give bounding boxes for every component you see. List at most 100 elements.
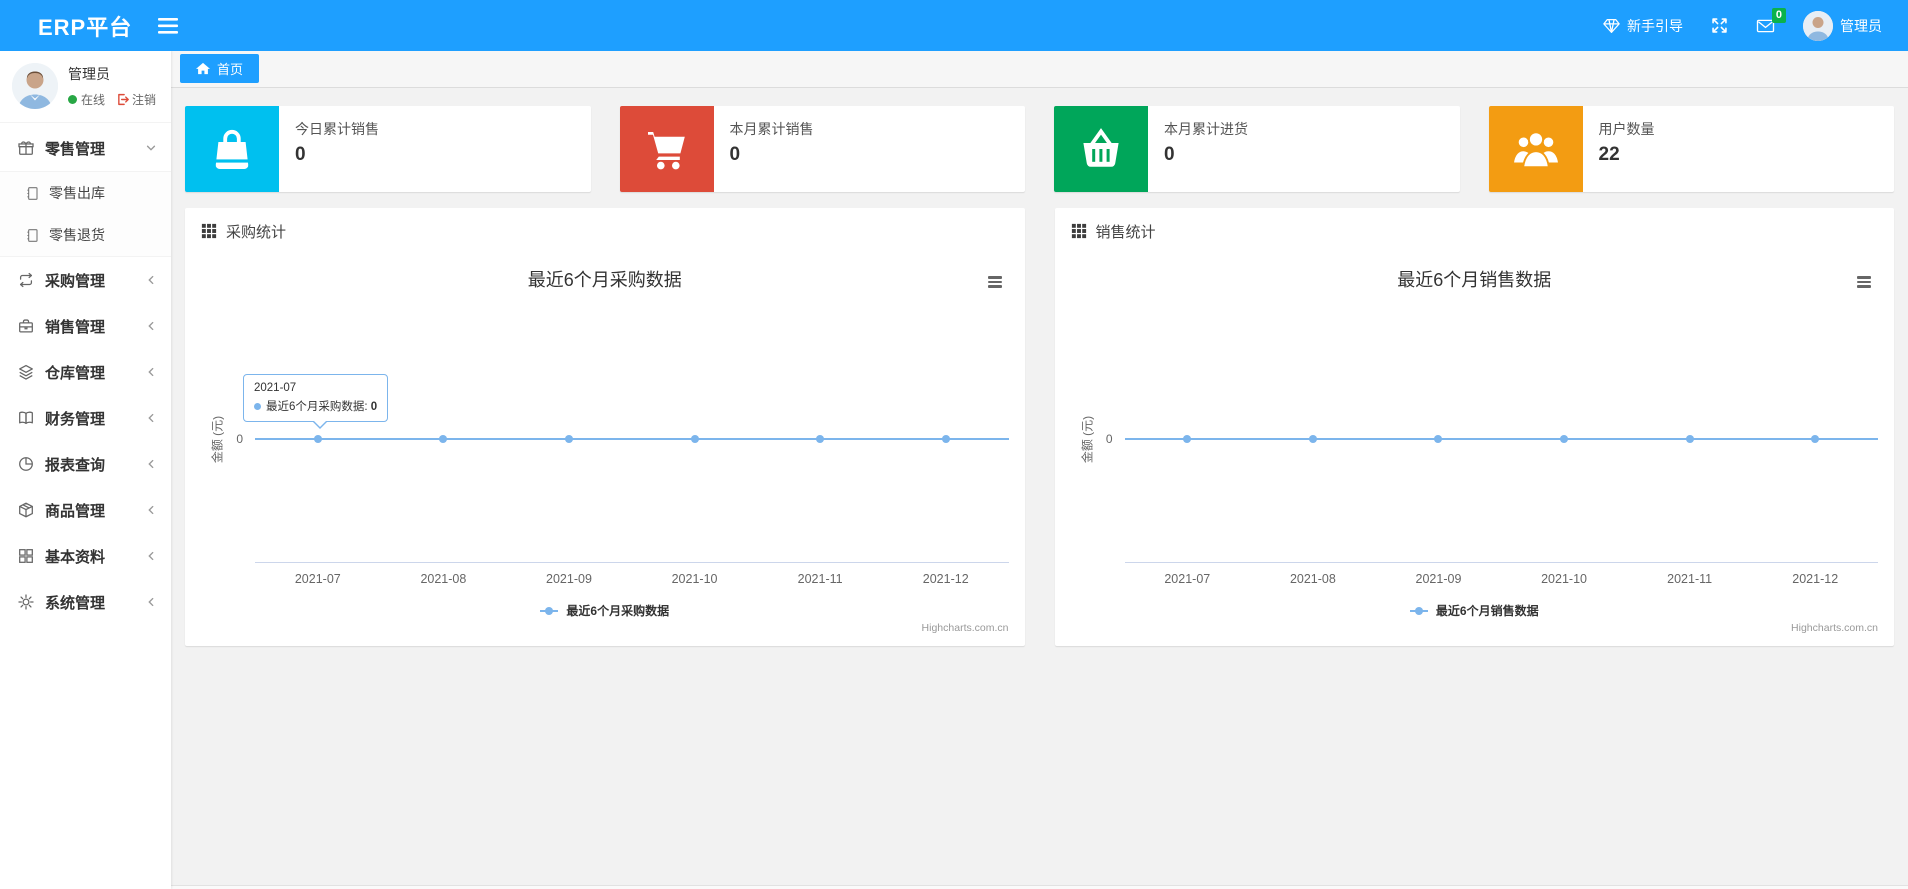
th-grid-icon bbox=[201, 223, 217, 239]
sidebar-item-label: 基本资料 bbox=[45, 548, 106, 566]
stat-card-month-sales[interactable]: 本月累计销售 0 bbox=[619, 106, 1025, 192]
stat-card-title: 今日累计销售 bbox=[295, 121, 379, 137]
x-axis-label: 2021-09 bbox=[546, 572, 592, 586]
file-icon bbox=[25, 186, 40, 201]
sidebar-item-label: 财务管理 bbox=[45, 410, 106, 428]
tab-home[interactable]: 首页 bbox=[180, 54, 260, 83]
x-axis-label: 2021-07 bbox=[1164, 572, 1211, 586]
chevron-left-icon bbox=[145, 412, 157, 424]
tooltip-series-dot bbox=[254, 402, 261, 410]
sidebar-menu: 零售管理 零售出库 零售退货 采购管理 销售管理 仓库管理 财务管理 报表查询 … bbox=[0, 125, 171, 625]
avatar bbox=[1803, 10, 1833, 41]
legend-marker bbox=[1409, 606, 1428, 615]
x-axis-label: 2021-10 bbox=[1541, 572, 1587, 586]
legend-item[interactable]: 最近6个月销售数据 bbox=[1055, 602, 1895, 619]
sidebar-item-basic-data[interactable]: 基本资料 bbox=[0, 533, 171, 579]
chevron-left-icon bbox=[145, 366, 157, 378]
data-point[interactable] bbox=[1434, 435, 1443, 443]
data-point[interactable] bbox=[941, 435, 950, 443]
sidebar-item-retail-outbound[interactable]: 零售出库 bbox=[0, 172, 171, 214]
sidebar-item-label: 零售退货 bbox=[49, 227, 105, 243]
data-point[interactable] bbox=[816, 435, 825, 443]
panel-title: 采购统计 bbox=[226, 223, 287, 241]
sidebar-item-label: 销售管理 bbox=[45, 318, 106, 336]
data-point[interactable] bbox=[1685, 435, 1694, 443]
chevron-left-icon bbox=[145, 320, 157, 332]
file-icon bbox=[25, 228, 40, 243]
sidebar-item-label: 零售出库 bbox=[49, 185, 105, 201]
sidebar-item-report-query[interactable]: 报表查询 bbox=[0, 441, 171, 487]
highcharts-credits[interactable]: Highcharts.com.cn bbox=[1791, 622, 1878, 634]
sidebar-item-label: 商品管理 bbox=[45, 502, 106, 520]
tooltip-header: 2021-07 bbox=[254, 382, 297, 394]
data-point[interactable] bbox=[1308, 435, 1317, 443]
th-grid-icon bbox=[1071, 223, 1087, 239]
top-header: ERP平台 新手引导 0 管理员 bbox=[0, 0, 1908, 51]
sidebar-item-label: 报表查询 bbox=[45, 456, 106, 474]
sidebar-item-warehouse-management[interactable]: 仓库管理 bbox=[0, 349, 171, 395]
sidebar-item-system-management[interactable]: 系统管理 bbox=[0, 579, 171, 625]
legend-marker bbox=[540, 606, 559, 615]
user-menu[interactable]: 管理员 bbox=[1803, 10, 1882, 41]
x-axis-label: 2021-08 bbox=[1289, 572, 1336, 586]
stat-card-title: 本月累计销售 bbox=[729, 121, 814, 137]
footer-divider bbox=[171, 885, 1908, 889]
x-axis-label: 2021-09 bbox=[1415, 572, 1462, 586]
purchase-stats-panel: 采购统计 最近6个月采购数据 金额 (元) 0 2021-07 2021-08 20… bbox=[185, 208, 1025, 646]
stat-card-value: 0 bbox=[1164, 144, 1175, 165]
data-point[interactable] bbox=[690, 435, 699, 443]
plot-area: 2021-07 2021-08 2021-09 2021-10 2021-11 2021-… bbox=[1124, 254, 1878, 646]
x-axis-line bbox=[255, 562, 1009, 563]
gear-icon bbox=[17, 593, 35, 611]
sidebar-item-sales-management[interactable]: 销售管理 bbox=[0, 303, 171, 349]
sidebar-item-finance-management[interactable]: 财务管理 bbox=[0, 395, 171, 441]
repeat-icon bbox=[17, 271, 35, 289]
sidebar-item-retail-management[interactable]: 零售管理 bbox=[0, 125, 171, 171]
y-axis-tick: 0 bbox=[236, 432, 243, 446]
th-large-icon bbox=[17, 547, 35, 565]
avatar bbox=[12, 63, 58, 109]
shopping-basket-icon bbox=[1054, 106, 1148, 192]
sidebar-item-label: 采购管理 bbox=[45, 272, 106, 290]
newbie-guide-button[interactable]: 新手引导 bbox=[1603, 16, 1683, 36]
data-point[interactable] bbox=[564, 435, 573, 443]
gift-icon bbox=[17, 139, 35, 157]
fullscreen-button[interactable] bbox=[1711, 17, 1728, 34]
stat-card-today-sales[interactable]: 今日累计销售 0 bbox=[185, 106, 591, 192]
data-point[interactable] bbox=[439, 435, 448, 443]
legend-item[interactable]: 最近6个月采购数据 bbox=[185, 602, 1025, 619]
user-profile: 管理员 在线 注销 bbox=[0, 51, 171, 123]
panel-header: 采购统计 bbox=[185, 208, 1025, 254]
messages-button[interactable]: 0 bbox=[1756, 7, 1786, 34]
sidebar-item-retail-return[interactable]: 零售退货 bbox=[0, 214, 171, 256]
online-status-icon bbox=[68, 95, 77, 104]
sidebar-item-purchase-management[interactable]: 采购管理 bbox=[0, 257, 171, 303]
panel-header: 销售统计 bbox=[1055, 208, 1895, 254]
y-axis-tick: 0 bbox=[1105, 432, 1113, 446]
briefcase-icon bbox=[17, 317, 35, 335]
x-axis-label: 2021-12 bbox=[922, 572, 969, 586]
message-count-badge: 0 bbox=[1771, 7, 1786, 23]
stat-card-month-purchase[interactable]: 本月累计进货 0 bbox=[1054, 106, 1460, 192]
tooltip-value: 0 bbox=[370, 401, 378, 413]
x-axis-line bbox=[1124, 562, 1878, 563]
app-logo[interactable]: ERP平台 bbox=[0, 10, 132, 42]
data-point[interactable] bbox=[313, 435, 322, 443]
online-status-label: 在线 bbox=[81, 93, 106, 107]
chart-panels-row: 采购统计 最近6个月采购数据 金额 (元) 0 2021-07 2021-08 20… bbox=[171, 208, 1908, 646]
stat-card-title: 用户数量 bbox=[1598, 121, 1655, 137]
highcharts-credits[interactable]: Highcharts.com.cn bbox=[922, 622, 1009, 634]
chevron-left-icon bbox=[145, 550, 157, 562]
sidebar-item-product-management[interactable]: 商品管理 bbox=[0, 487, 171, 533]
data-point[interactable] bbox=[1811, 435, 1820, 443]
stat-card-user-count[interactable]: 用户数量 22 bbox=[1488, 106, 1894, 192]
data-point[interactable] bbox=[1560, 435, 1569, 443]
x-axis-label: 2021-11 bbox=[1667, 572, 1713, 586]
series-line bbox=[255, 438, 1009, 440]
logout-button[interactable]: 注销 bbox=[116, 91, 156, 108]
chevron-left-icon bbox=[145, 274, 157, 286]
data-point[interactable] bbox=[1183, 435, 1192, 443]
users-icon bbox=[1488, 106, 1583, 192]
hamburger-menu-icon[interactable] bbox=[158, 17, 179, 34]
sales-chart: 最近6个月销售数据 金额 (元) 0 2021-07 2021-08 2021-09… bbox=[1055, 254, 1895, 646]
